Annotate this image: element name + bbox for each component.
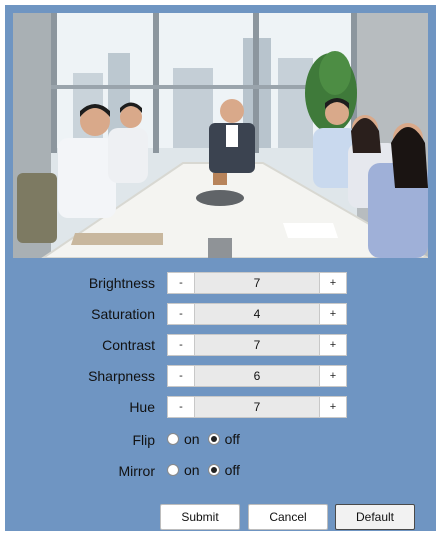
mirror-on-radio[interactable]: [167, 464, 179, 476]
mirror-label: Mirror: [118, 463, 155, 479]
video-preview: [13, 13, 428, 258]
conference-room-image: [13, 13, 428, 258]
contrast-stepper: - 7 +: [167, 334, 347, 356]
brightness-increase-button[interactable]: +: [319, 272, 347, 294]
hue-stepper: - 7 +: [167, 396, 347, 418]
sharpness-increase-button[interactable]: +: [319, 365, 347, 387]
flip-radio-group: on off: [167, 431, 248, 447]
mirror-off-label: off: [224, 462, 240, 478]
contrast-label: Contrast: [102, 337, 155, 353]
saturation-increase-button[interactable]: +: [319, 303, 347, 325]
flip-on-radio[interactable]: [167, 433, 179, 445]
hue-label: Hue: [129, 399, 155, 415]
brightness-value: 7: [195, 272, 319, 294]
mirror-row: Mirror on off: [5, 460, 436, 482]
cancel-button[interactable]: Cancel: [248, 504, 328, 530]
saturation-value: 4: [195, 303, 319, 325]
sharpness-row: Sharpness - 6 +: [5, 365, 436, 387]
camera-settings-panel: Brightness - 7 + Saturation - 4 + Contra…: [5, 5, 436, 531]
action-bar: Submit Cancel Default: [5, 504, 436, 530]
flip-off-option[interactable]: off: [207, 431, 240, 447]
flip-on-label: on: [184, 431, 200, 447]
saturation-row: Saturation - 4 +: [5, 303, 436, 325]
mirror-on-option[interactable]: on: [167, 462, 200, 478]
sharpness-label: Sharpness: [88, 368, 155, 384]
sharpness-decrease-button[interactable]: -: [167, 365, 195, 387]
mirror-radio-group: on off: [167, 462, 248, 478]
saturation-label: Saturation: [91, 306, 155, 322]
flip-on-option[interactable]: on: [167, 431, 200, 447]
hue-row: Hue - 7 +: [5, 396, 436, 418]
contrast-row: Contrast - 7 +: [5, 334, 436, 356]
hue-increase-button[interactable]: +: [319, 396, 347, 418]
hue-decrease-button[interactable]: -: [167, 396, 195, 418]
flip-off-radio[interactable]: [207, 433, 220, 445]
default-button[interactable]: Default: [335, 504, 415, 530]
saturation-stepper: - 4 +: [167, 303, 347, 325]
contrast-value: 7: [195, 334, 319, 356]
sharpness-stepper: - 6 +: [167, 365, 347, 387]
mirror-off-radio[interactable]: [207, 464, 220, 476]
contrast-increase-button[interactable]: +: [319, 334, 347, 356]
mirror-on-label: on: [184, 462, 200, 478]
sharpness-value: 6: [195, 365, 319, 387]
saturation-decrease-button[interactable]: -: [167, 303, 195, 325]
brightness-decrease-button[interactable]: -: [167, 272, 195, 294]
brightness-label: Brightness: [88, 275, 155, 291]
brightness-row: Brightness - 7 +: [5, 272, 436, 294]
mirror-off-option[interactable]: off: [207, 462, 240, 478]
flip-off-label: off: [224, 431, 240, 447]
submit-button[interactable]: Submit: [160, 504, 240, 530]
hue-value: 7: [195, 396, 319, 418]
flip-label: Flip: [132, 432, 155, 448]
brightness-stepper: - 7 +: [167, 272, 347, 294]
contrast-decrease-button[interactable]: -: [167, 334, 195, 356]
flip-row: Flip on off: [5, 429, 436, 451]
